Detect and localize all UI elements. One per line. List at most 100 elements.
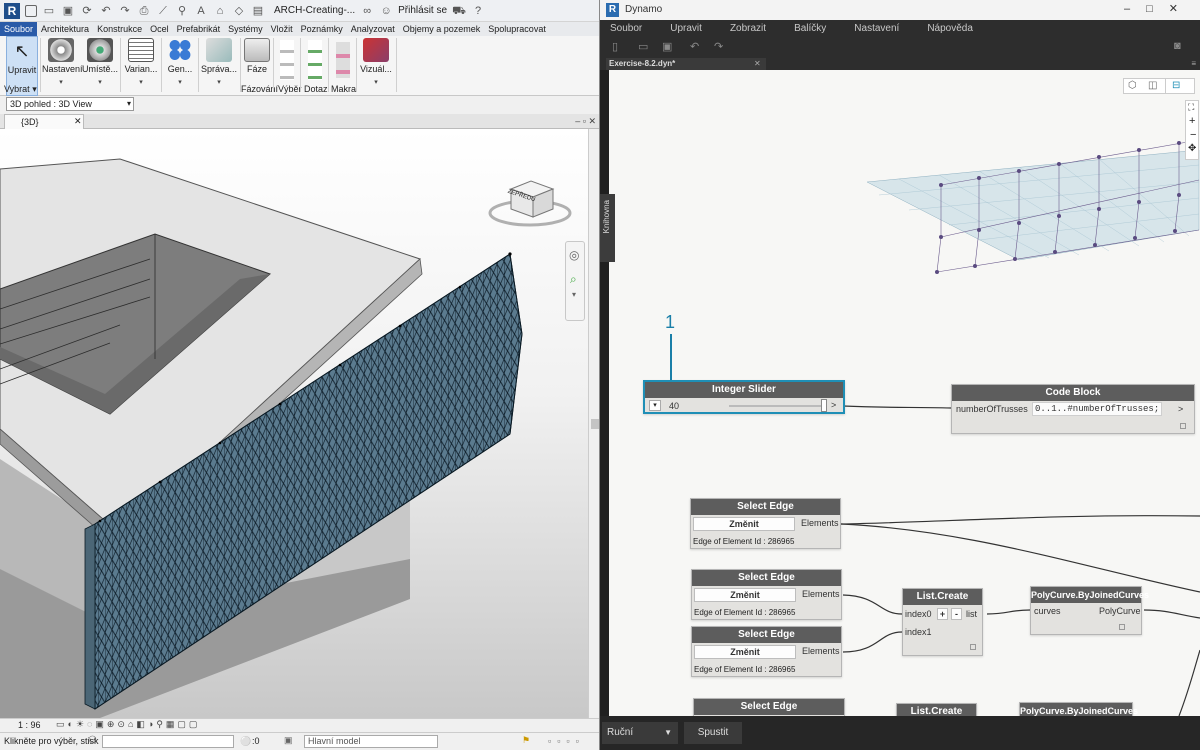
revit-logo-icon[interactable]: R	[4, 2, 20, 19]
output-port[interactable]: >	[831, 400, 836, 410]
select-edge-node-3[interactable]: Select Edge Změnit Elements Edge of Elem…	[691, 626, 842, 677]
macros-icons[interactable]	[336, 42, 350, 78]
design-options-icon[interactable]: ▣	[284, 735, 293, 746]
output-port[interactable]: PolyCurve	[1099, 606, 1141, 616]
binoculars-icon[interactable]: ∞	[360, 4, 374, 18]
sync-icon[interactable]: ⟳	[80, 4, 94, 18]
workset-selector[interactable]	[102, 735, 234, 748]
editable-only-icon[interactable]: ⚑	[522, 735, 530, 746]
input-port-index1[interactable]: index1	[905, 627, 932, 637]
filter-icon[interactable]: ⚪	[240, 736, 251, 747]
resize-icon[interactable]	[1180, 423, 1186, 429]
user-icon[interactable]: ☺	[379, 4, 393, 18]
text-icon[interactable]: A	[194, 4, 208, 18]
library-toggle[interactable]: Knihovna	[600, 194, 615, 262]
redo-icon[interactable]: ↷	[714, 40, 723, 53]
input-port[interactable]: curves	[1034, 606, 1061, 616]
slider-thumb[interactable]	[821, 399, 827, 412]
menu-soubor[interactable]: Soubor	[610, 20, 642, 38]
new-file-icon[interactable]: ▯	[612, 40, 618, 53]
open-file-icon[interactable]: ▭	[638, 40, 648, 53]
menu-upravit[interactable]: Upravit	[670, 20, 702, 38]
tab-ocel[interactable]: Ocel	[146, 22, 173, 36]
tab-spolupracovat[interactable]: Spolupracovat	[484, 22, 550, 36]
variants-button[interactable]: Varian... ▾	[123, 36, 159, 96]
print-icon[interactable]: ⎙	[137, 4, 151, 18]
output-port[interactable]: >	[1178, 404, 1183, 414]
remove-input-button[interactable]: -	[951, 608, 962, 620]
inquiry-icons[interactable]	[308, 40, 322, 80]
redo-icon[interactable]: ↷	[118, 4, 132, 18]
menu-zobrazit[interactable]: Zobrazit	[730, 20, 766, 38]
select-dropdown[interactable]: Vybrat ▾	[4, 84, 37, 95]
undo-icon[interactable]: ↶	[99, 4, 113, 18]
select-edge-node-4[interactable]: Select Edge	[693, 698, 845, 716]
viewport-scrollbar[interactable]	[588, 129, 599, 718]
settings-button[interactable]: Nastavení ▾	[42, 36, 83, 96]
output-port[interactable]: Elements	[801, 518, 839, 528]
cart-icon[interactable]: ⛟	[452, 4, 466, 18]
menu-icon[interactable]: ≡	[1191, 58, 1196, 70]
save-icon[interactable]: ▣	[61, 4, 75, 18]
help-icon[interactable]: ?	[471, 4, 485, 18]
polycurve-node-1[interactable]: PolyCurve.ByJoinedCurves curves PolyCurv…	[1030, 586, 1149, 635]
input-port-index0[interactable]: index0	[905, 609, 932, 619]
zoom-icon[interactable]: ⌕	[570, 272, 577, 287]
tab-objemy[interactable]: Objemy a pozemek	[399, 22, 485, 36]
tab-vlozit[interactable]: Vložit	[267, 22, 297, 36]
selection-toggle-icons[interactable]: ▫▫▫▫	[548, 736, 585, 746]
polycurve-node-2[interactable]: PolyCurve.ByJoinedCurves	[1019, 702, 1138, 716]
change-button[interactable]: Změnit	[694, 588, 796, 602]
close-icon[interactable]: ✕	[754, 58, 761, 70]
code-text[interactable]: 0..1..#numberOfTrusses;	[1032, 402, 1162, 416]
scroll-thumb[interactable]	[591, 419, 599, 429]
tab-prefabrikat[interactable]: Prefabrikát	[173, 22, 225, 36]
selection-icons[interactable]	[280, 40, 294, 80]
run-button[interactable]: Spustit	[684, 722, 742, 744]
resize-icon[interactable]	[1119, 624, 1125, 630]
design-option-selector[interactable]: Hlavní model	[304, 735, 438, 748]
add-input-button[interactable]: +	[937, 608, 948, 620]
output-port[interactable]: Elements	[802, 589, 840, 599]
save-icon[interactable]: ▣	[662, 40, 672, 53]
manage-button[interactable]: Správa... ▾	[200, 36, 238, 96]
undo-icon[interactable]: ↶	[690, 40, 699, 53]
resize-icon[interactable]	[970, 644, 976, 650]
code-block-node[interactable]: Code Block numberOfTrusses 0..1..#number…	[951, 384, 1195, 434]
view-scale[interactable]: 1 : 96	[18, 720, 41, 730]
tab-konstrukce[interactable]: Konstrukce	[93, 22, 146, 36]
chevron-down-icon[interactable]: ▾	[572, 290, 576, 299]
select-edge-node-1[interactable]: Select Edge Změnit Elements Edge of Elem…	[690, 498, 841, 549]
tab-soubor[interactable]: Soubor	[0, 22, 38, 36]
menu-napoveda[interactable]: Nápověda	[927, 20, 973, 38]
type-selector[interactable]: 3D pohled : 3D View ▾	[6, 97, 134, 111]
open-icon[interactable]: ▭	[42, 4, 56, 18]
input-port[interactable]: numberOfTrusses	[956, 404, 1028, 414]
dynamo-canvas[interactable]: ⬡ ◫ ⊟ ⛶ + − ✥ 1 Integer Slider ▾ 40 > Co…	[609, 70, 1200, 716]
change-button[interactable]: Změnit	[694, 645, 796, 659]
generate-button[interactable]: Gen... ▾	[164, 36, 196, 96]
tag-icon[interactable]: ⚲	[175, 4, 189, 18]
select-edge-node-2[interactable]: Select Edge Změnit Elements Edge of Elem…	[691, 569, 842, 620]
3d-viewport[interactable]: ZEPŘEDU ◎ ⌕ ▾	[0, 129, 588, 718]
window-controls-icon[interactable]: –□✕	[1124, 2, 1194, 15]
view-cube[interactable]: ZEPŘEDU	[487, 177, 573, 233]
output-port[interactable]: Elements	[802, 646, 840, 656]
worksets-icon[interactable]: ⚇	[88, 735, 97, 746]
file-tab[interactable]: Exercise-8.2.dyn*	[606, 58, 766, 70]
visual-programming-button[interactable]: Vizuál... ▾	[358, 36, 394, 96]
menu-nastaveni[interactable]: Nastavení	[854, 20, 899, 38]
tab-architektura[interactable]: Architektura	[37, 22, 93, 36]
window-controls-icon[interactable]: ‒ ▫ ✕	[575, 114, 596, 128]
integer-slider-node[interactable]: Integer Slider ▾ 40 >	[643, 380, 845, 414]
camera-icon[interactable]: ◙	[1174, 40, 1181, 52]
view-tab-3d[interactable]: {3D}	[4, 114, 84, 129]
measure-icon[interactable]: ⟋	[156, 4, 170, 18]
steering-wheel-icon[interactable]: ◎	[569, 248, 579, 262]
new-icon[interactable]	[25, 4, 37, 17]
3d-view-icon[interactable]: ⌂	[213, 4, 227, 18]
list-create-node-1[interactable]: List.Create index0 + - list index1	[902, 588, 983, 656]
chevron-down-icon[interactable]: ▾	[649, 400, 661, 411]
slider-track[interactable]	[729, 405, 825, 407]
change-button[interactable]: Změnit	[693, 517, 795, 531]
